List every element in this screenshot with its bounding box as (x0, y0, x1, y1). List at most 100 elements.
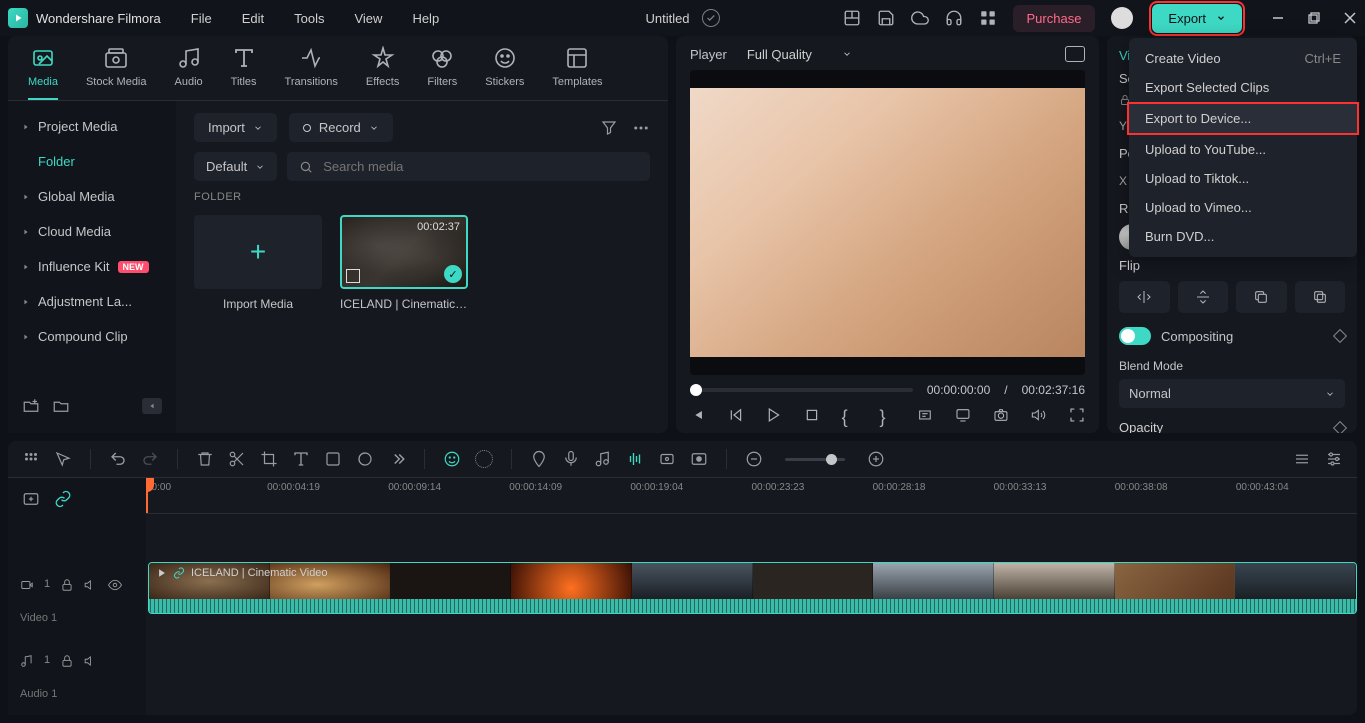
track-display-icon[interactable] (1293, 450, 1311, 468)
flip-vertical-button[interactable] (1178, 281, 1229, 313)
timeline-ruler[interactable]: 00:00 00:00:04:19 00:00:09:14 00:00:14:0… (146, 478, 1357, 513)
paste-button[interactable] (1295, 281, 1346, 313)
tab-titles[interactable]: Titles (231, 46, 257, 100)
progress-bar[interactable] (690, 388, 913, 392)
snapshot-icon[interactable] (1065, 46, 1085, 62)
keyframe-icon[interactable] (658, 450, 676, 468)
export-menu-tiktok[interactable]: Upload to Tiktok... (1129, 164, 1357, 193)
import-media-card[interactable]: + Import Media (194, 215, 322, 311)
copy-button[interactable] (1236, 281, 1287, 313)
progress-thumb[interactable] (690, 384, 702, 396)
delete-icon[interactable] (196, 450, 214, 468)
sidebar-project-media[interactable]: Project Media (8, 109, 176, 144)
tab-audio[interactable]: Audio (175, 46, 203, 100)
text-icon[interactable] (292, 450, 310, 468)
maximize-icon[interactable] (1307, 11, 1321, 25)
settings-icon[interactable] (1325, 450, 1343, 468)
save-icon[interactable] (877, 9, 895, 27)
more-tools-icon[interactable] (388, 450, 406, 468)
eye-icon[interactable] (108, 578, 122, 592)
sidebar-influence-kit[interactable]: Influence KitNEW (8, 249, 176, 284)
sidebar-adjustment-layer[interactable]: Adjustment La... (8, 284, 176, 319)
ai-audio-icon[interactable] (626, 450, 644, 468)
tab-filters[interactable]: Filters (427, 46, 457, 100)
tab-transitions[interactable]: Transitions (285, 46, 338, 100)
undo-icon[interactable] (109, 450, 127, 468)
zoom-out-icon[interactable] (745, 450, 763, 468)
sidebar-folder[interactable]: Folder (8, 144, 176, 179)
dotted-circle-icon[interactable] (475, 450, 493, 468)
stop-icon[interactable] (804, 407, 820, 423)
more-icon[interactable] (632, 119, 650, 137)
mark-in-icon[interactable]: { (842, 407, 858, 423)
record-button[interactable]: Record (289, 113, 393, 142)
menu-tools[interactable]: Tools (294, 11, 324, 26)
display-icon[interactable] (955, 407, 971, 423)
add-track-icon[interactable] (22, 490, 40, 508)
purchase-button[interactable]: Purchase (1013, 5, 1096, 32)
folder-icon[interactable] (52, 397, 70, 415)
blend-mode-select[interactable]: Normal (1119, 379, 1345, 408)
quality-dropdown[interactable]: Full Quality (747, 47, 852, 62)
export-menu-youtube[interactable]: Upload to YouTube... (1129, 135, 1357, 164)
sort-default-dropdown[interactable]: Default (194, 152, 277, 181)
tab-templates[interactable]: Templates (552, 46, 602, 100)
zoom-in-icon[interactable] (867, 450, 885, 468)
ai-icon[interactable] (443, 450, 461, 468)
export-menu-to-device[interactable]: Export to Device... (1127, 102, 1359, 135)
redo-icon[interactable] (141, 450, 159, 468)
crop-ratio-icon[interactable] (917, 407, 933, 423)
folder-add-icon[interactable] (22, 397, 40, 415)
layout-icon[interactable] (843, 9, 861, 27)
media-clip-card[interactable]: 00:02:37 ✓ ICELAND | Cinematic ... (340, 215, 468, 311)
prev-frame-icon[interactable] (690, 407, 706, 423)
audio-track-header[interactable]: 1 (8, 634, 146, 688)
camera-icon[interactable] (993, 407, 1009, 423)
timeline-tracks[interactable]: 00:00 00:00:04:19 00:00:09:14 00:00:14:0… (146, 478, 1357, 715)
keyframe-diamond-icon[interactable] (1333, 329, 1347, 343)
marker-icon[interactable] (530, 450, 548, 468)
color-icon[interactable] (356, 450, 374, 468)
export-menu-vimeo[interactable]: Upload to Vimeo... (1129, 193, 1357, 222)
export-menu-create-video[interactable]: Create VideoCtrl+E (1129, 44, 1357, 73)
volume-icon[interactable] (1031, 407, 1047, 423)
sidebar-compound-clip[interactable]: Compound Clip (8, 319, 176, 354)
avatar[interactable] (1111, 7, 1133, 29)
split-icon[interactable] (228, 450, 246, 468)
export-menu-selected-clips[interactable]: Export Selected Clips (1129, 73, 1357, 102)
tab-effects[interactable]: Effects (366, 46, 399, 100)
timeline-clip[interactable]: ICELAND | Cinematic Video (148, 562, 1357, 614)
sidebar-cloud-media[interactable]: Cloud Media (8, 214, 176, 249)
mute-icon[interactable] (84, 654, 98, 668)
play-backward-icon[interactable] (728, 407, 744, 423)
headphones-icon[interactable] (945, 9, 963, 27)
menu-view[interactable]: View (354, 11, 382, 26)
sidebar-global-media[interactable]: Global Media (8, 179, 176, 214)
grid-icon[interactable] (22, 450, 40, 468)
cloud-icon[interactable] (911, 9, 929, 27)
minimize-icon[interactable] (1271, 11, 1285, 25)
mic-icon[interactable] (562, 450, 580, 468)
tab-media[interactable]: Media (28, 46, 58, 100)
menu-help[interactable]: Help (412, 11, 439, 26)
compositing-toggle[interactable] (1119, 327, 1151, 345)
close-icon[interactable] (1343, 11, 1357, 25)
crop-icon[interactable] (260, 450, 278, 468)
mute-icon[interactable] (84, 578, 98, 592)
lock-icon[interactable] (60, 654, 74, 668)
tab-stickers[interactable]: Stickers (485, 46, 524, 100)
search-box[interactable] (287, 152, 650, 181)
keyframe-diamond-icon[interactable] (1333, 420, 1347, 433)
video-track-header[interactable]: 1 (8, 558, 146, 612)
speed-icon[interactable] (324, 450, 342, 468)
play-icon[interactable] (766, 407, 782, 423)
import-button[interactable]: Import (194, 113, 277, 142)
audio-mix-icon[interactable] (594, 450, 612, 468)
zoom-slider[interactable] (785, 458, 845, 461)
save-status-icon[interactable] (702, 9, 720, 27)
apps-icon[interactable] (979, 9, 997, 27)
filter-icon[interactable] (600, 119, 618, 137)
render-icon[interactable] (690, 450, 708, 468)
video-viewport[interactable] (690, 70, 1085, 375)
tab-stock-media[interactable]: Stock Media (86, 46, 147, 100)
